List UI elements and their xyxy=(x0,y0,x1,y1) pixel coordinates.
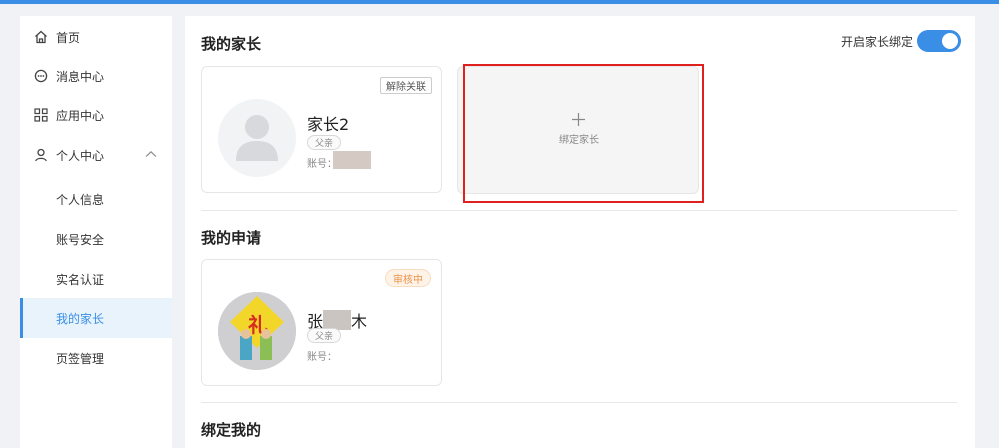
redacted-name xyxy=(323,310,351,330)
main-panel: 我的家长 开启家长绑定 家长2 父亲 账号： 解除关联 绑定家长 我的申请 礼 … xyxy=(185,16,975,448)
sidebar: 首页 消息中心 应用中心 个人中心 个人信息 账号安全 实名认证 我的家长 页签… xyxy=(20,16,172,448)
chevron-up-icon[interactable] xyxy=(145,150,157,158)
bind-parent-label: 绑定家长 xyxy=(559,135,599,146)
sidebar-item-apps[interactable]: 应用中心 xyxy=(20,96,172,134)
parent-name: 家长2 xyxy=(307,115,350,134)
divider xyxy=(201,402,957,403)
account-label: 账号： xyxy=(307,352,337,363)
apps-grid-icon xyxy=(34,108,48,122)
top-accent-bar xyxy=(0,0,999,4)
unbind-button[interactable]: 解除关联 xyxy=(380,77,432,94)
sidebar-subitem-tab-management[interactable]: 页签管理 xyxy=(20,338,172,378)
sidebar-item-personal-center[interactable]: 个人中心 xyxy=(20,136,172,174)
sidebar-subitem-my-parents[interactable]: 我的家长 xyxy=(20,298,172,338)
sidebar-item-label: 首页 xyxy=(56,30,81,45)
user-icon xyxy=(35,148,47,162)
divider xyxy=(201,210,957,211)
avatar xyxy=(218,99,296,177)
application-card: 礼 张 木 父亲 账号： 审核中 xyxy=(201,259,442,386)
sidebar-item-label: 应用中心 xyxy=(56,108,105,123)
avatar-illustration-icon: 礼 xyxy=(218,292,296,370)
sidebar-item-home[interactable]: 首页 xyxy=(20,18,172,56)
sidebar-subitem-label: 页签管理 xyxy=(56,351,105,366)
default-avatar-icon xyxy=(236,115,278,161)
toggle-knob xyxy=(942,33,959,49)
applicant-name-tail: 木 xyxy=(351,312,368,331)
parent-binding-toggle[interactable] xyxy=(917,30,962,52)
parent-card: 家长2 父亲 账号： 解除关联 xyxy=(201,66,442,193)
message-icon xyxy=(34,69,48,83)
relation-tag: 父亲 xyxy=(307,135,342,150)
sidebar-item-label: 个人中心 xyxy=(56,148,105,163)
status-badge: 审核中 xyxy=(385,269,431,287)
toggle-label: 开启家长绑定 xyxy=(841,34,914,49)
plus-icon xyxy=(572,113,585,126)
section-title-bound-me: 绑定我的 xyxy=(201,421,262,439)
home-icon xyxy=(35,30,47,44)
section-title-my-applications: 我的申请 xyxy=(201,229,262,247)
sidebar-item-messages[interactable]: 消息中心 xyxy=(20,57,172,95)
avatar: 礼 xyxy=(218,292,296,370)
bind-parent-card[interactable]: 绑定家长 xyxy=(457,66,699,194)
section-title-my-parents: 我的家长 xyxy=(201,35,262,53)
sidebar-subitem-real-name[interactable]: 实名认证 xyxy=(20,259,172,299)
parent-binding-toggle-group: 开启家长绑定 xyxy=(841,30,962,52)
sidebar-item-label: 消息中心 xyxy=(56,69,105,84)
sidebar-subitem-personal-info[interactable]: 个人信息 xyxy=(20,179,172,219)
sidebar-subitem-label: 账号安全 xyxy=(56,232,105,247)
sidebar-subitem-label: 个人信息 xyxy=(56,192,105,207)
sidebar-subitem-label: 我的家长 xyxy=(56,311,105,326)
relation-tag: 父亲 xyxy=(307,328,342,343)
redacted-account xyxy=(333,151,371,169)
sidebar-subitem-label: 实名认证 xyxy=(56,272,105,287)
sidebar-subitem-account-security[interactable]: 账号安全 xyxy=(20,219,172,259)
